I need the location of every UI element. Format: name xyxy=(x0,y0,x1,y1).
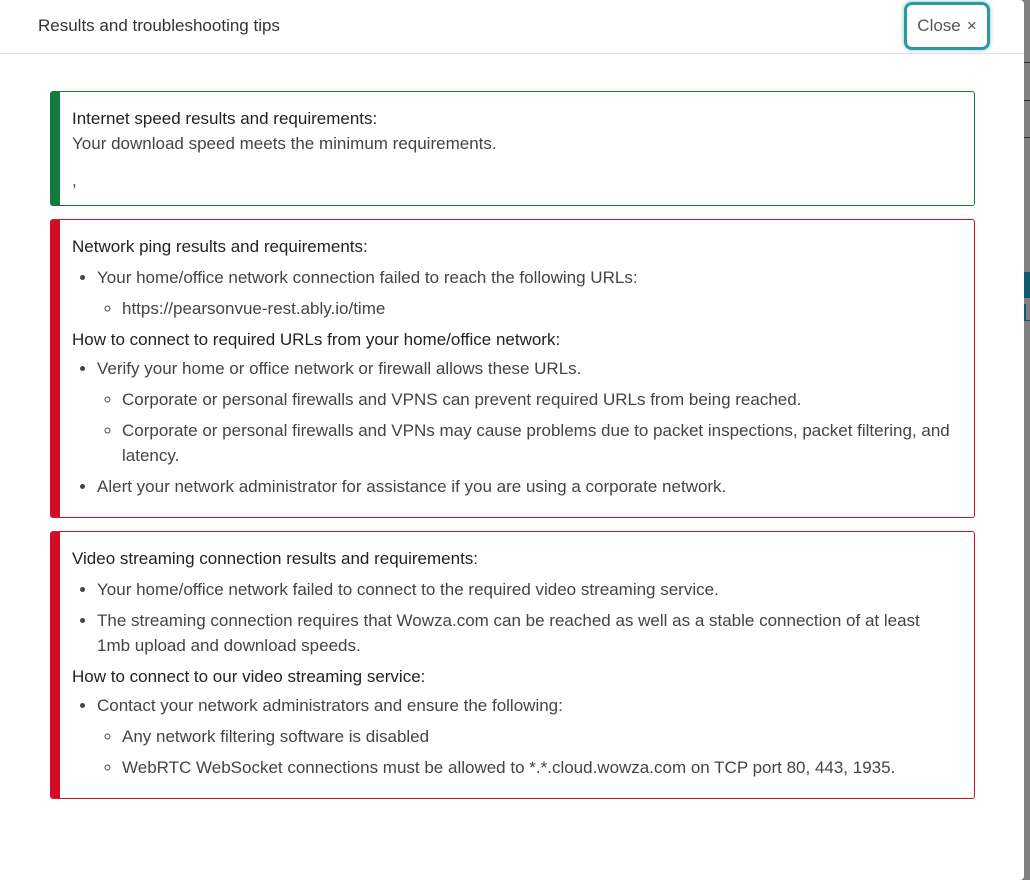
results-modal: Results and troubleshooting tips Close ×… xyxy=(0,0,1024,880)
list-item: Verify your home or office network or fi… xyxy=(97,356,952,468)
close-icon: × xyxy=(966,16,977,35)
sub-list: Any network filtering software is disabl… xyxy=(97,724,952,780)
internet-speed-trailing-text: , xyxy=(72,171,77,190)
video-streaming-howto-list: Contact your network administrators and … xyxy=(72,693,952,780)
background-link xyxy=(1024,304,1030,321)
list-item-text: Contact your network administrators and … xyxy=(97,696,563,715)
sub-list-item: Any network filtering software is disabl… xyxy=(122,724,952,749)
list-item: Alert your network administrator for ass… xyxy=(97,474,952,499)
video-streaming-results-list: Your home/office network failed to conne… xyxy=(72,577,952,658)
list-item: Your home/office network failed to conne… xyxy=(97,577,952,602)
background-page xyxy=(1024,0,1030,880)
sub-list-item: Corporate or personal firewalls and VPNS… xyxy=(122,387,952,412)
background-divider xyxy=(1024,62,1030,63)
list-item: Your home/office network connection fail… xyxy=(97,265,952,321)
internet-speed-heading: Internet speed results and requirements: xyxy=(72,109,378,128)
modal-header: Results and troubleshooting tips Close × xyxy=(0,0,1024,54)
list-item: Contact your network administrators and … xyxy=(97,693,952,780)
modal-body: Internet speed results and requirements:… xyxy=(50,91,975,812)
close-button[interactable]: Close × xyxy=(904,2,990,50)
background-divider xyxy=(1024,100,1030,101)
sub-list-item: WebRTC WebSocket connections must be all… xyxy=(122,755,952,780)
network-ping-card: Network ping results and requirements: Y… xyxy=(50,219,975,518)
list-item: The streaming connection requires that W… xyxy=(97,608,952,658)
network-ping-results-list: Your home/office network connection fail… xyxy=(72,265,952,321)
internet-speed-message: Your download speed meets the minimum re… xyxy=(72,134,497,153)
list-item-text: Verify your home or office network or fi… xyxy=(97,359,582,378)
video-streaming-howto-heading: How to connect to our video streaming se… xyxy=(72,667,426,686)
internet-speed-card: Internet speed results and requirements:… xyxy=(50,91,975,206)
network-ping-howto-list: Verify your home or office network or fi… xyxy=(72,356,952,499)
network-ping-howto-heading: How to connect to required URLs from you… xyxy=(72,330,561,349)
network-ping-heading: Network ping results and requirements: xyxy=(72,237,368,256)
sub-list-item: Corporate or personal firewalls and VPNs… xyxy=(122,418,952,468)
close-label: Close xyxy=(917,16,961,35)
modal-title: Results and troubleshooting tips xyxy=(38,16,280,35)
background-divider xyxy=(1024,137,1030,138)
failed-urls-list: https://pearsonvue-rest.ably.io/time xyxy=(97,296,952,321)
list-item-text: Your home/office network connection fail… xyxy=(97,268,638,287)
background-icon xyxy=(1024,272,1030,298)
sub-list: Corporate or personal firewalls and VPNS… xyxy=(97,387,952,468)
failed-url-item: https://pearsonvue-rest.ably.io/time xyxy=(122,296,952,321)
video-streaming-heading: Video streaming connection results and r… xyxy=(72,549,479,568)
video-streaming-card: Video streaming connection results and r… xyxy=(50,531,975,799)
